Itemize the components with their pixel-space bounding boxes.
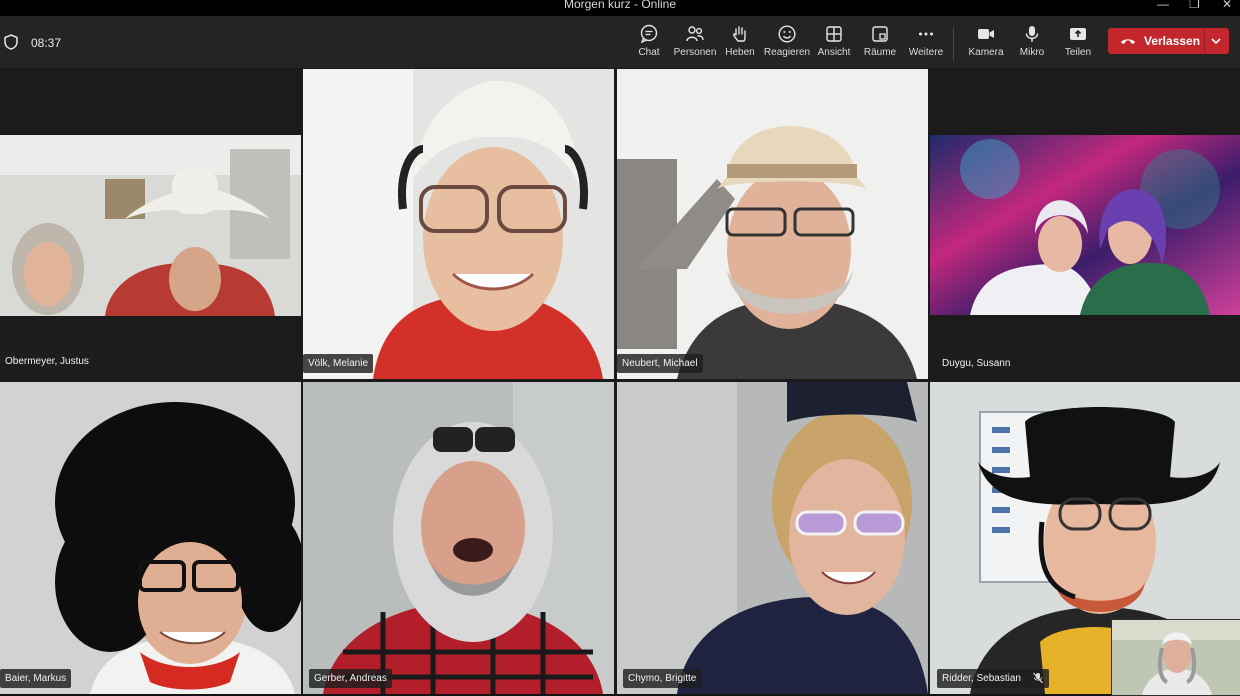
participant-name: Obermeyer, Justus (5, 356, 89, 367)
hang-up-icon (1121, 39, 1135, 44)
title-bar: Morgen kurz - Online — ❐ ✕ (0, 0, 1240, 16)
participant-name-tag: Ridder, Sebastian (937, 669, 1049, 688)
mic-button[interactable]: Mikro (1008, 22, 1056, 64)
leave-label: Verlassen (1144, 34, 1201, 48)
participant-video (617, 69, 928, 379)
participant-name-tag: Obermeyer, Justus (0, 352, 94, 371)
participant-video (617, 382, 928, 694)
participant-name-tag: Völk, Melanie (303, 354, 374, 373)
mic-label: Mikro (1019, 47, 1045, 58)
participant-name-tag: Baier, Markus (0, 669, 72, 688)
participant-name: Chymo, Brigitte (628, 673, 697, 684)
participant-video (0, 382, 301, 694)
people-button[interactable]: Personen (671, 22, 719, 64)
share-screen-icon (1070, 28, 1086, 40)
raise-hand-label: Heben (725, 47, 755, 58)
rooms-label: Räume (863, 47, 897, 58)
participant-tile-active[interactable]: Gerber, Andreas (303, 382, 614, 694)
participant-name-tag: Chymo, Brigitte (623, 669, 702, 688)
grid-view-icon (826, 26, 842, 42)
shield-icon (4, 34, 18, 50)
share-button[interactable]: Teilen (1054, 22, 1102, 64)
people-label: Personen (673, 47, 717, 58)
participant-tile[interactable]: Völk, Melanie (303, 69, 614, 379)
participant-video (930, 135, 1240, 379)
video-stage: Obermeyer, Justus Völk, Melanie Neubert,… (0, 69, 1240, 694)
more-button[interactable]: Weitere (902, 22, 950, 64)
chat-icon (640, 24, 658, 44)
smiley-icon (778, 25, 796, 43)
react-label: Reagieren (763, 47, 811, 58)
share-label: Teilen (1064, 47, 1092, 58)
participant-tile[interactable]: Duygu, Susann (930, 69, 1240, 379)
participant-tile[interactable]: Chymo, Brigitte (617, 382, 928, 694)
chat-label: Chat (638, 47, 660, 58)
meeting-timer: 08:37 (31, 36, 62, 50)
participant-name: Völk, Melanie (308, 358, 369, 369)
minimize-icon[interactable]: — (1157, 0, 1169, 11)
meeting-toolbar: 08:37 Chat Personen Heben Reagieren Ansi… (0, 16, 1240, 69)
participant-tile[interactable]: Baier, Markus (0, 382, 301, 694)
rooms-button[interactable]: Räume (856, 22, 904, 64)
hand-icon (733, 26, 746, 42)
view-label: Ansicht (817, 47, 851, 58)
close-icon[interactable]: ✕ (1222, 0, 1232, 11)
people-icon (686, 26, 704, 42)
microphone-icon (1025, 26, 1039, 42)
participant-name-tag: Gerber, Andreas (309, 669, 392, 688)
participant-name: Baier, Markus (5, 673, 67, 684)
chat-button[interactable]: Chat (625, 22, 673, 64)
react-button[interactable]: Reagieren (763, 22, 811, 64)
participant-video (303, 69, 614, 379)
camera-label: Kamera (968, 47, 1004, 58)
more-icon (919, 32, 933, 36)
toolbar-divider (953, 28, 954, 60)
participant-tile[interactable]: Obermeyer, Justus (0, 69, 301, 379)
camera-button[interactable]: Kamera (962, 22, 1010, 64)
participant-name: Duygu, Susann (942, 358, 1011, 369)
camera-icon (978, 29, 994, 39)
participant-video (0, 135, 301, 379)
leave-button[interactable]: Verlassen (1108, 28, 1229, 54)
participant-name: Ridder, Sebastian (942, 673, 1021, 684)
more-label: Weitere (908, 47, 944, 58)
mic-muted-icon (1032, 672, 1043, 684)
self-view[interactable] (1111, 619, 1240, 696)
participant-name: Neubert, Michael (622, 358, 698, 369)
participant-video (303, 382, 614, 694)
participant-name: Gerber, Andreas (314, 673, 387, 684)
leave-divider (1204, 28, 1205, 54)
chevron-down-icon[interactable] (1208, 33, 1224, 49)
maximize-icon[interactable]: ❐ (1189, 0, 1200, 11)
window-title: Morgen kurz - Online (563, 0, 677, 11)
view-button[interactable]: Ansicht (810, 22, 858, 64)
participant-name-tag: Duygu, Susann (937, 354, 1016, 373)
rooms-icon (872, 26, 888, 42)
participant-name-tag: Neubert, Michael (617, 354, 703, 373)
participant-tile[interactable]: Neubert, Michael (617, 69, 928, 379)
self-view-video (1112, 620, 1240, 695)
raise-hand-button[interactable]: Heben (716, 22, 764, 64)
